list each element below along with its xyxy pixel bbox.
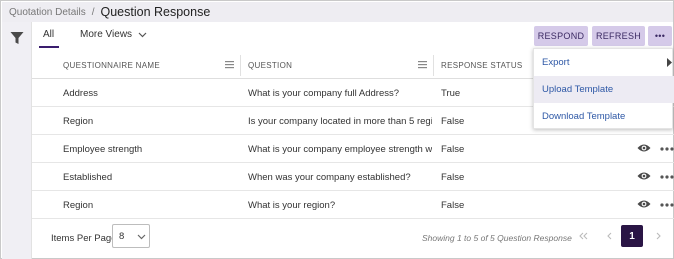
prev-page-button[interactable] <box>598 225 620 247</box>
more-options-icon[interactable] <box>660 147 674 151</box>
page-title: Question Response <box>100 5 211 19</box>
menu-item-export[interactable]: Export <box>534 49 674 76</box>
chevron-down-icon <box>138 32 147 37</box>
cell-question: What is your company employee strength w… <box>248 143 432 155</box>
table-row[interactable]: Established When was your company establ… <box>32 163 674 191</box>
next-page-icon <box>656 232 661 240</box>
submenu-arrow-icon <box>667 58 672 67</box>
items-per-page-select[interactable]: 8 <box>112 224 150 248</box>
breadcrumb-parent-link[interactable]: Quotation Details <box>9 7 86 18</box>
cell-questionnaire-name: Established <box>63 171 113 183</box>
tab-more-views[interactable]: More Views <box>80 29 147 40</box>
left-rail <box>2 22 32 259</box>
column-divider[interactable] <box>240 55 241 76</box>
table-row[interactable]: Region What is your region? False <box>32 191 674 219</box>
respond-button[interactable]: RESPOND <box>534 26 588 46</box>
items-per-page-value: 8 <box>119 231 125 242</box>
column-divider[interactable] <box>433 55 434 76</box>
view-eye-icon[interactable] <box>637 143 651 153</box>
column-header-question[interactable]: QUESTION <box>248 52 292 79</box>
column-header-questionnaire-name[interactable]: QUESTIONNAIRE NAME <box>63 52 160 79</box>
cell-question: Is your company located in more than 5 r… <box>248 115 432 127</box>
cell-response-status: True <box>441 87 461 99</box>
breadcrumb-separator: / <box>91 6 95 18</box>
first-page-icon <box>578 232 587 240</box>
tab-more-views-label: More Views <box>80 29 133 40</box>
first-page-button[interactable] <box>572 225 594 247</box>
cell-question: What is your region? <box>248 199 336 211</box>
cell-questionnaire-name: Region <box>63 199 94 211</box>
cell-question: When was your company established? <box>248 171 411 183</box>
filter-icon[interactable] <box>10 31 24 45</box>
pagination-summary: Showing 1 to 5 of 5 Question Response <box>422 233 572 243</box>
next-page-button[interactable] <box>647 225 669 247</box>
column-header-response-status[interactable]: RESPONSE STATUS <box>441 52 523 79</box>
tab-all[interactable]: All <box>43 29 54 40</box>
cell-question: What is your company full Address? <box>248 87 400 99</box>
chevron-down-icon <box>137 234 146 240</box>
active-tab-indicator <box>39 46 59 48</box>
cell-questionnaire-name: Region <box>63 115 94 127</box>
cell-response-status: False <box>441 143 465 155</box>
table-row[interactable]: Employee strength What is your company e… <box>32 135 674 163</box>
items-per-page-label: Items Per Page <box>51 233 117 244</box>
more-actions-button[interactable]: ••• <box>648 26 672 46</box>
menu-item-download-template[interactable]: Download Template <box>534 103 674 130</box>
more-options-icon[interactable] <box>660 203 674 207</box>
menu-item-export-label: Export <box>542 57 570 68</box>
menu-item-upload-template[interactable]: Upload Template <box>534 76 674 103</box>
cell-response-status: False <box>441 199 465 211</box>
view-eye-icon[interactable] <box>637 171 651 181</box>
view-eye-icon[interactable] <box>637 199 651 209</box>
more-actions-menu: Export Upload Template Download Template <box>533 48 674 130</box>
refresh-button[interactable]: REFRESH <box>592 26 645 46</box>
cell-questionnaire-name: Address <box>63 87 98 99</box>
column-menu-icon[interactable] <box>418 60 427 69</box>
cell-response-status: False <box>441 171 465 183</box>
page-number-button[interactable]: 1 <box>621 225 643 247</box>
app-window: Quotation Details / Question Response Al… <box>0 0 674 259</box>
column-menu-icon[interactable] <box>225 60 234 69</box>
cell-response-status: False <box>441 115 465 127</box>
table-footer: Items Per Page 8 Showing 1 to 5 of 5 Que… <box>32 222 674 256</box>
breadcrumb: Quotation Details / Question Response <box>2 2 673 22</box>
cell-questionnaire-name: Employee strength <box>63 143 143 155</box>
more-options-icon[interactable] <box>660 175 674 179</box>
prev-page-icon <box>606 232 611 240</box>
